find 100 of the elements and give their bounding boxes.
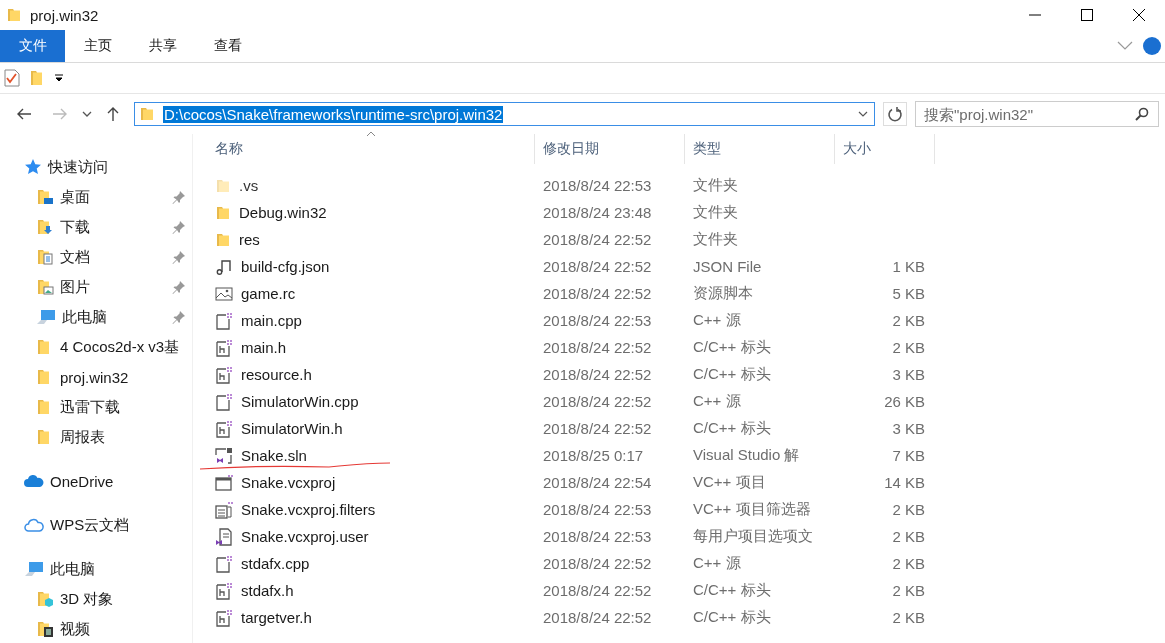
file-row[interactable]: main.cpp 2018/8/24 22:53 C++ 源 2 KB	[193, 307, 1165, 334]
sidebar-item[interactable]: 4 Cocos2d-x v3基	[0, 332, 192, 362]
file-name: targetver.h	[241, 609, 312, 626]
sidebar-item[interactable]: 文档	[0, 242, 192, 272]
ribbon-tab[interactable]: 主页	[65, 30, 130, 62]
ribbon-tab[interactable]: 共享	[130, 30, 195, 62]
sidebar-item[interactable]: 此电脑	[0, 554, 192, 584]
file-row[interactable]: main.h 2018/8/24 22:52 C/C++ 标头 2 KB	[193, 334, 1165, 361]
type-cell-text: 文件夹	[692, 230, 739, 249]
file-name: main.h	[241, 339, 287, 356]
type-cell-text: C/C++ 标头	[692, 419, 772, 438]
close-icon[interactable]	[1132, 8, 1146, 22]
file-name: res	[239, 231, 260, 248]
sidebar-item[interactable]: 周报表	[0, 422, 192, 452]
file-row[interactable]: game.rc 2018/8/24 22:52 资源脚本 5 KB	[193, 280, 1165, 307]
file-row[interactable]: Snake.vcxproj 2018/8/24 22:54 VC++ 项目 14 KB	[193, 469, 1165, 496]
date-cell-text: 2018/8/24 22:53	[542, 177, 653, 194]
computer-icon	[36, 309, 56, 325]
ribbon-tab[interactable]: 文件	[0, 30, 65, 62]
date-cell-text: 2018/8/24 23:48	[542, 204, 653, 221]
file-row[interactable]: resource.h 2018/8/24 22:52 C/C++ 标头 3 KB	[193, 361, 1165, 388]
file-row[interactable]: stdafx.cpp 2018/8/24 22:52 C++ 源 2 KB	[193, 550, 1165, 577]
sidebar-item[interactable]: 快速访问	[0, 152, 192, 182]
file-row[interactable]: Snake.vcxproj.filters 2018/8/24 22:53 VC++ 项目筛选器 2 KB	[193, 496, 1165, 523]
file-row[interactable]: stdafx.h 2018/8/24 22:52 C/C++ 标头 2 KB	[193, 577, 1165, 604]
file-row[interactable]: Snake.sln 2018/8/25 0:17 Visual Studio 解 7 KB	[193, 442, 1165, 469]
size-cell-text: 2 KB	[891, 582, 926, 599]
date-cell-text: 2018/8/25 0:17	[542, 447, 645, 464]
sidebar-item[interactable]: proj.win32	[0, 362, 192, 392]
file-row[interactable]: SimulatorWin.h 2018/8/24 22:52 C/C++ 标头 3 KB	[193, 415, 1165, 442]
sidebar-item[interactable]: 此电脑	[0, 302, 192, 332]
file-name: game.rc	[241, 285, 296, 302]
cloud-icon	[24, 474, 44, 488]
sidebar-item[interactable]: 下载	[0, 212, 192, 242]
up-arrow-icon[interactable]	[106, 106, 120, 122]
search-icon[interactable]	[1135, 107, 1149, 121]
search-field[interactable]: 搜索"proj.win32"	[915, 101, 1159, 127]
size-cell-text: 3 KB	[891, 420, 926, 437]
list-file-icon	[215, 500, 233, 519]
file-row[interactable]: Debug.win32 2018/8/24 23:48 文件夹	[193, 199, 1165, 226]
file-row[interactable]: res 2018/8/24 22:52 文件夹	[193, 226, 1165, 253]
source-file-icon	[215, 311, 233, 330]
file-name: Snake.vcxproj	[241, 474, 336, 491]
file-row[interactable]: Snake.vcxproj.user 2018/8/24 22:53 每用户项目选项文 2 KB	[193, 523, 1165, 550]
date-cell-text: 2018/8/24 22:52	[542, 258, 653, 275]
type-cell-text: Visual Studio 解	[692, 446, 801, 465]
column-header[interactable]: 名称	[193, 134, 535, 164]
help-icon[interactable]	[1143, 37, 1161, 55]
folder-icon	[215, 177, 231, 194]
header-file-icon	[215, 608, 233, 627]
date-cell-text: 2018/8/24 22:52	[542, 609, 653, 626]
file-name: main.cpp	[241, 312, 302, 329]
type-cell-text: C++ 源	[692, 554, 742, 573]
document-file-icon	[215, 527, 233, 546]
date-cell-text: 2018/8/24 22:52	[542, 339, 653, 356]
type-cell-text: 每用户项目选项文	[692, 527, 814, 546]
file-name: stdafx.cpp	[241, 555, 310, 572]
size-cell-text: 2 KB	[891, 528, 926, 545]
properties-icon[interactable]	[4, 69, 20, 87]
type-cell-text: C/C++ 标头	[692, 338, 772, 357]
sidebar-item[interactable]: WPS云文档	[0, 510, 192, 540]
column-header[interactable]: 大小	[835, 134, 935, 164]
sidebar-item[interactable]: OneDrive	[0, 466, 192, 496]
size-cell-text: 2 KB	[891, 312, 926, 329]
size-cell-text: 14 KB	[883, 474, 926, 491]
address-field[interactable]: D:\cocos\Snake\frameworks\runtime-src\proj.win32	[134, 102, 875, 126]
back-arrow-icon[interactable]	[16, 107, 32, 121]
column-header[interactable]: 修改日期	[535, 134, 685, 164]
folder-icon	[215, 231, 231, 248]
file-row[interactable]: build-cfg.json 2018/8/24 22:52 JSON File 1 KB	[193, 253, 1165, 280]
sort-caret-icon	[366, 131, 376, 137]
folder-icon	[215, 204, 231, 221]
ribbon-tab[interactable]: 查看	[195, 30, 260, 62]
chevron-down-icon[interactable]	[858, 110, 868, 118]
column-header[interactable]: 类型	[685, 134, 835, 164]
type-cell-text: VC++ 项目	[692, 473, 767, 492]
source-file-icon	[215, 392, 233, 411]
maximize-icon[interactable]	[1080, 8, 1094, 22]
folder-icon	[139, 106, 155, 122]
header-file-icon	[215, 338, 233, 357]
file-name: Snake.vcxproj.filters	[241, 501, 376, 518]
sidebar-item[interactable]: 迅雷下载	[0, 392, 192, 422]
sidebar-item[interactable]: 桌面	[0, 182, 192, 212]
file-row[interactable]: SimulatorWin.cpp 2018/8/24 22:52 C++ 源 26 KB	[193, 388, 1165, 415]
file-name: stdafx.h	[241, 582, 294, 599]
chevron-down-icon[interactable]	[82, 110, 92, 118]
sidebar-item[interactable]: 3D 对象	[0, 584, 192, 614]
file-name: .vs	[239, 177, 259, 194]
size-cell-text: 5 KB	[891, 285, 926, 302]
folder-video-icon	[36, 620, 54, 638]
sidebar-item[interactable]: 图片	[0, 272, 192, 302]
type-cell-text: 文件夹	[692, 176, 739, 195]
dropdown-arrow-icon[interactable]	[54, 74, 64, 82]
size-cell-text: 7 KB	[891, 447, 926, 464]
image-icon	[215, 284, 233, 303]
file-row[interactable]: .vs 2018/8/24 22:53 文件夹	[193, 172, 1165, 199]
size-cell-text: 3 KB	[891, 366, 926, 383]
sidebar-item[interactable]: 视频	[0, 614, 192, 643]
file-name: SimulatorWin.cpp	[241, 393, 359, 410]
file-row[interactable]: targetver.h 2018/8/24 22:52 C/C++ 标头 2 KB	[193, 604, 1165, 631]
